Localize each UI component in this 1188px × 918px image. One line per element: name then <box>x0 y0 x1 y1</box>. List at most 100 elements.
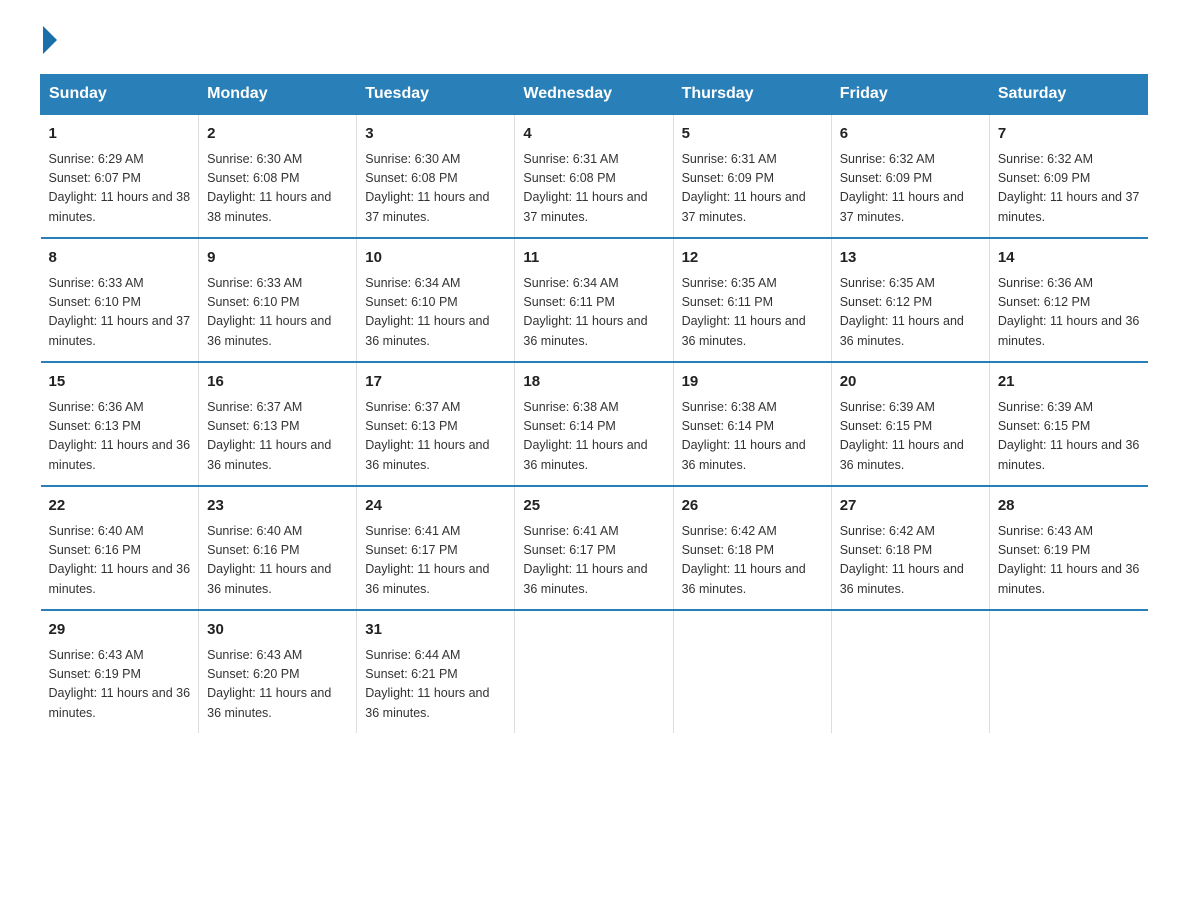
day-info: Sunrise: 6:33 AMSunset: 6:10 PMDaylight:… <box>207 274 348 352</box>
day-info: Sunrise: 6:35 AMSunset: 6:11 PMDaylight:… <box>682 274 823 352</box>
header-wednesday: Wednesday <box>515 75 673 115</box>
day-info: Sunrise: 6:34 AMSunset: 6:10 PMDaylight:… <box>365 274 506 352</box>
day-number: 11 <box>523 247 664 270</box>
calendar-week-row: 1 Sunrise: 6:29 AMSunset: 6:07 PMDaylight… <box>41 114 1148 238</box>
day-number: 17 <box>365 371 506 394</box>
day-number: 7 <box>998 123 1140 146</box>
calendar-day-cell: 13Sunrise: 6:35 AMSunset: 6:12 PMDayligh… <box>831 238 989 362</box>
header-thursday: Thursday <box>673 75 831 115</box>
calendar-day-cell: 5 Sunrise: 6:31 AMSunset: 6:09 PMDaylight… <box>673 114 831 238</box>
header-saturday: Saturday <box>989 75 1147 115</box>
calendar-day-cell: 10 Sunrise: 6:34 AMSunset: 6:10 PMDayligh… <box>357 238 515 362</box>
day-number: 31 <box>365 619 506 642</box>
day-info: Sunrise: 6:36 AMSunset: 6:13 PMDaylight:… <box>49 398 191 476</box>
day-info: Sunrise: 6:30 AMSunset: 6:08 PMDaylight:… <box>207 150 348 228</box>
calendar-day-cell: 30 Sunrise: 6:43 AMSunset: 6:20 PMDayligh… <box>199 610 357 733</box>
header-friday: Friday <box>831 75 989 115</box>
day-info: Sunrise: 6:29 AMSunset: 6:07 PMDaylight:… <box>49 150 191 228</box>
day-number: 9 <box>207 247 348 270</box>
day-info: Sunrise: 6:37 AMSunset: 6:13 PMDaylight:… <box>207 398 348 476</box>
calendar-day-cell <box>673 610 831 733</box>
day-info: Sunrise: 6:32 AMSunset: 6:09 PMDaylight:… <box>998 150 1140 228</box>
calendar-day-cell: 12Sunrise: 6:35 AMSunset: 6:11 PMDayligh… <box>673 238 831 362</box>
day-number: 29 <box>49 619 191 642</box>
calendar-day-cell: 8 Sunrise: 6:33 AMSunset: 6:10 PMDaylight… <box>41 238 199 362</box>
logo-triangle-icon <box>43 26 57 54</box>
day-number: 27 <box>840 495 981 518</box>
day-number: 20 <box>840 371 981 394</box>
day-number: 3 <box>365 123 506 146</box>
day-number: 1 <box>49 123 191 146</box>
calendar-day-cell: 22 Sunrise: 6:40 AMSunset: 6:16 PMDayligh… <box>41 486 199 610</box>
calendar-week-row: 22 Sunrise: 6:40 AMSunset: 6:16 PMDayligh… <box>41 486 1148 610</box>
day-info: Sunrise: 6:40 AMSunset: 6:16 PMDaylight:… <box>49 522 191 600</box>
day-number: 2 <box>207 123 348 146</box>
calendar-week-row: 15Sunrise: 6:36 AMSunset: 6:13 PMDayligh… <box>41 362 1148 486</box>
calendar-day-cell: 28 Sunrise: 6:43 AMSunset: 6:19 PMDayligh… <box>989 486 1147 610</box>
day-number: 30 <box>207 619 348 642</box>
header-sunday: Sunday <box>41 75 199 115</box>
logo <box>40 30 61 54</box>
day-info: Sunrise: 6:38 AMSunset: 6:14 PMDaylight:… <box>682 398 823 476</box>
day-number: 5 <box>682 123 823 146</box>
calendar-day-cell: 2 Sunrise: 6:30 AMSunset: 6:08 PMDaylight… <box>199 114 357 238</box>
day-number: 18 <box>523 371 664 394</box>
day-info: Sunrise: 6:40 AMSunset: 6:16 PMDaylight:… <box>207 522 348 600</box>
day-info: Sunrise: 6:33 AMSunset: 6:10 PMDaylight:… <box>49 274 191 352</box>
day-number: 8 <box>49 247 191 270</box>
calendar-day-cell: 3 Sunrise: 6:30 AMSunset: 6:08 PMDaylight… <box>357 114 515 238</box>
calendar-day-cell: 1 Sunrise: 6:29 AMSunset: 6:07 PMDaylight… <box>41 114 199 238</box>
calendar-day-cell: 14 Sunrise: 6:36 AMSunset: 6:12 PMDayligh… <box>989 238 1147 362</box>
day-number: 16 <box>207 371 348 394</box>
calendar-day-cell: 20 Sunrise: 6:39 AMSunset: 6:15 PMDayligh… <box>831 362 989 486</box>
calendar-day-cell: 21Sunrise: 6:39 AMSunset: 6:15 PMDayligh… <box>989 362 1147 486</box>
day-info: Sunrise: 6:35 AMSunset: 6:12 PMDaylight:… <box>840 274 981 352</box>
day-info: Sunrise: 6:44 AMSunset: 6:21 PMDaylight:… <box>365 646 506 724</box>
calendar-day-cell: 9 Sunrise: 6:33 AMSunset: 6:10 PMDaylight… <box>199 238 357 362</box>
day-number: 21 <box>998 371 1140 394</box>
day-info: Sunrise: 6:43 AMSunset: 6:20 PMDaylight:… <box>207 646 348 724</box>
day-info: Sunrise: 6:39 AMSunset: 6:15 PMDaylight:… <box>840 398 981 476</box>
day-number: 26 <box>682 495 823 518</box>
header-monday: Monday <box>199 75 357 115</box>
calendar-day-cell: 4Sunrise: 6:31 AMSunset: 6:08 PMDaylight… <box>515 114 673 238</box>
day-info: Sunrise: 6:41 AMSunset: 6:17 PMDaylight:… <box>365 522 506 600</box>
calendar-day-cell: 23 Sunrise: 6:40 AMSunset: 6:16 PMDayligh… <box>199 486 357 610</box>
day-number: 23 <box>207 495 348 518</box>
day-number: 6 <box>840 123 981 146</box>
calendar-day-cell: 16 Sunrise: 6:37 AMSunset: 6:13 PMDayligh… <box>199 362 357 486</box>
calendar-day-cell: 7 Sunrise: 6:32 AMSunset: 6:09 PMDaylight… <box>989 114 1147 238</box>
calendar-day-cell <box>515 610 673 733</box>
calendar-day-cell <box>989 610 1147 733</box>
calendar-day-cell: 29 Sunrise: 6:43 AMSunset: 6:19 PMDayligh… <box>41 610 199 733</box>
day-info: Sunrise: 6:36 AMSunset: 6:12 PMDaylight:… <box>998 274 1140 352</box>
calendar-day-cell: 6 Sunrise: 6:32 AMSunset: 6:09 PMDaylight… <box>831 114 989 238</box>
day-number: 14 <box>998 247 1140 270</box>
day-info: Sunrise: 6:42 AMSunset: 6:18 PMDaylight:… <box>840 522 981 600</box>
calendar-day-cell: 25 Sunrise: 6:41 AMSunset: 6:17 PMDayligh… <box>515 486 673 610</box>
calendar-day-cell: 11 Sunrise: 6:34 AMSunset: 6:11 PMDayligh… <box>515 238 673 362</box>
calendar-day-cell: 31 Sunrise: 6:44 AMSunset: 6:21 PMDayligh… <box>357 610 515 733</box>
calendar-table: SundayMondayTuesdayWednesdayThursdayFrid… <box>40 74 1148 733</box>
day-info: Sunrise: 6:31 AMSunset: 6:08 PMDaylight:… <box>523 150 664 228</box>
day-info: Sunrise: 6:30 AMSunset: 6:08 PMDaylight:… <box>365 150 506 228</box>
calendar-week-row: 29 Sunrise: 6:43 AMSunset: 6:19 PMDayligh… <box>41 610 1148 733</box>
day-info: Sunrise: 6:41 AMSunset: 6:17 PMDaylight:… <box>523 522 664 600</box>
day-info: Sunrise: 6:32 AMSunset: 6:09 PMDaylight:… <box>840 150 981 228</box>
day-number: 28 <box>998 495 1140 518</box>
calendar-header-row: SundayMondayTuesdayWednesdayThursdayFrid… <box>41 75 1148 115</box>
calendar-day-cell <box>831 610 989 733</box>
day-number: 25 <box>523 495 664 518</box>
day-info: Sunrise: 6:43 AMSunset: 6:19 PMDaylight:… <box>49 646 191 724</box>
day-number: 19 <box>682 371 823 394</box>
calendar-day-cell: 19 Sunrise: 6:38 AMSunset: 6:14 PMDayligh… <box>673 362 831 486</box>
day-info: Sunrise: 6:42 AMSunset: 6:18 PMDaylight:… <box>682 522 823 600</box>
day-number: 22 <box>49 495 191 518</box>
day-info: Sunrise: 6:43 AMSunset: 6:19 PMDaylight:… <box>998 522 1140 600</box>
day-number: 10 <box>365 247 506 270</box>
day-info: Sunrise: 6:38 AMSunset: 6:14 PMDaylight:… <box>523 398 664 476</box>
day-info: Sunrise: 6:34 AMSunset: 6:11 PMDaylight:… <box>523 274 664 352</box>
calendar-week-row: 8 Sunrise: 6:33 AMSunset: 6:10 PMDaylight… <box>41 238 1148 362</box>
day-info: Sunrise: 6:31 AMSunset: 6:09 PMDaylight:… <box>682 150 823 228</box>
calendar-day-cell: 24Sunrise: 6:41 AMSunset: 6:17 PMDayligh… <box>357 486 515 610</box>
